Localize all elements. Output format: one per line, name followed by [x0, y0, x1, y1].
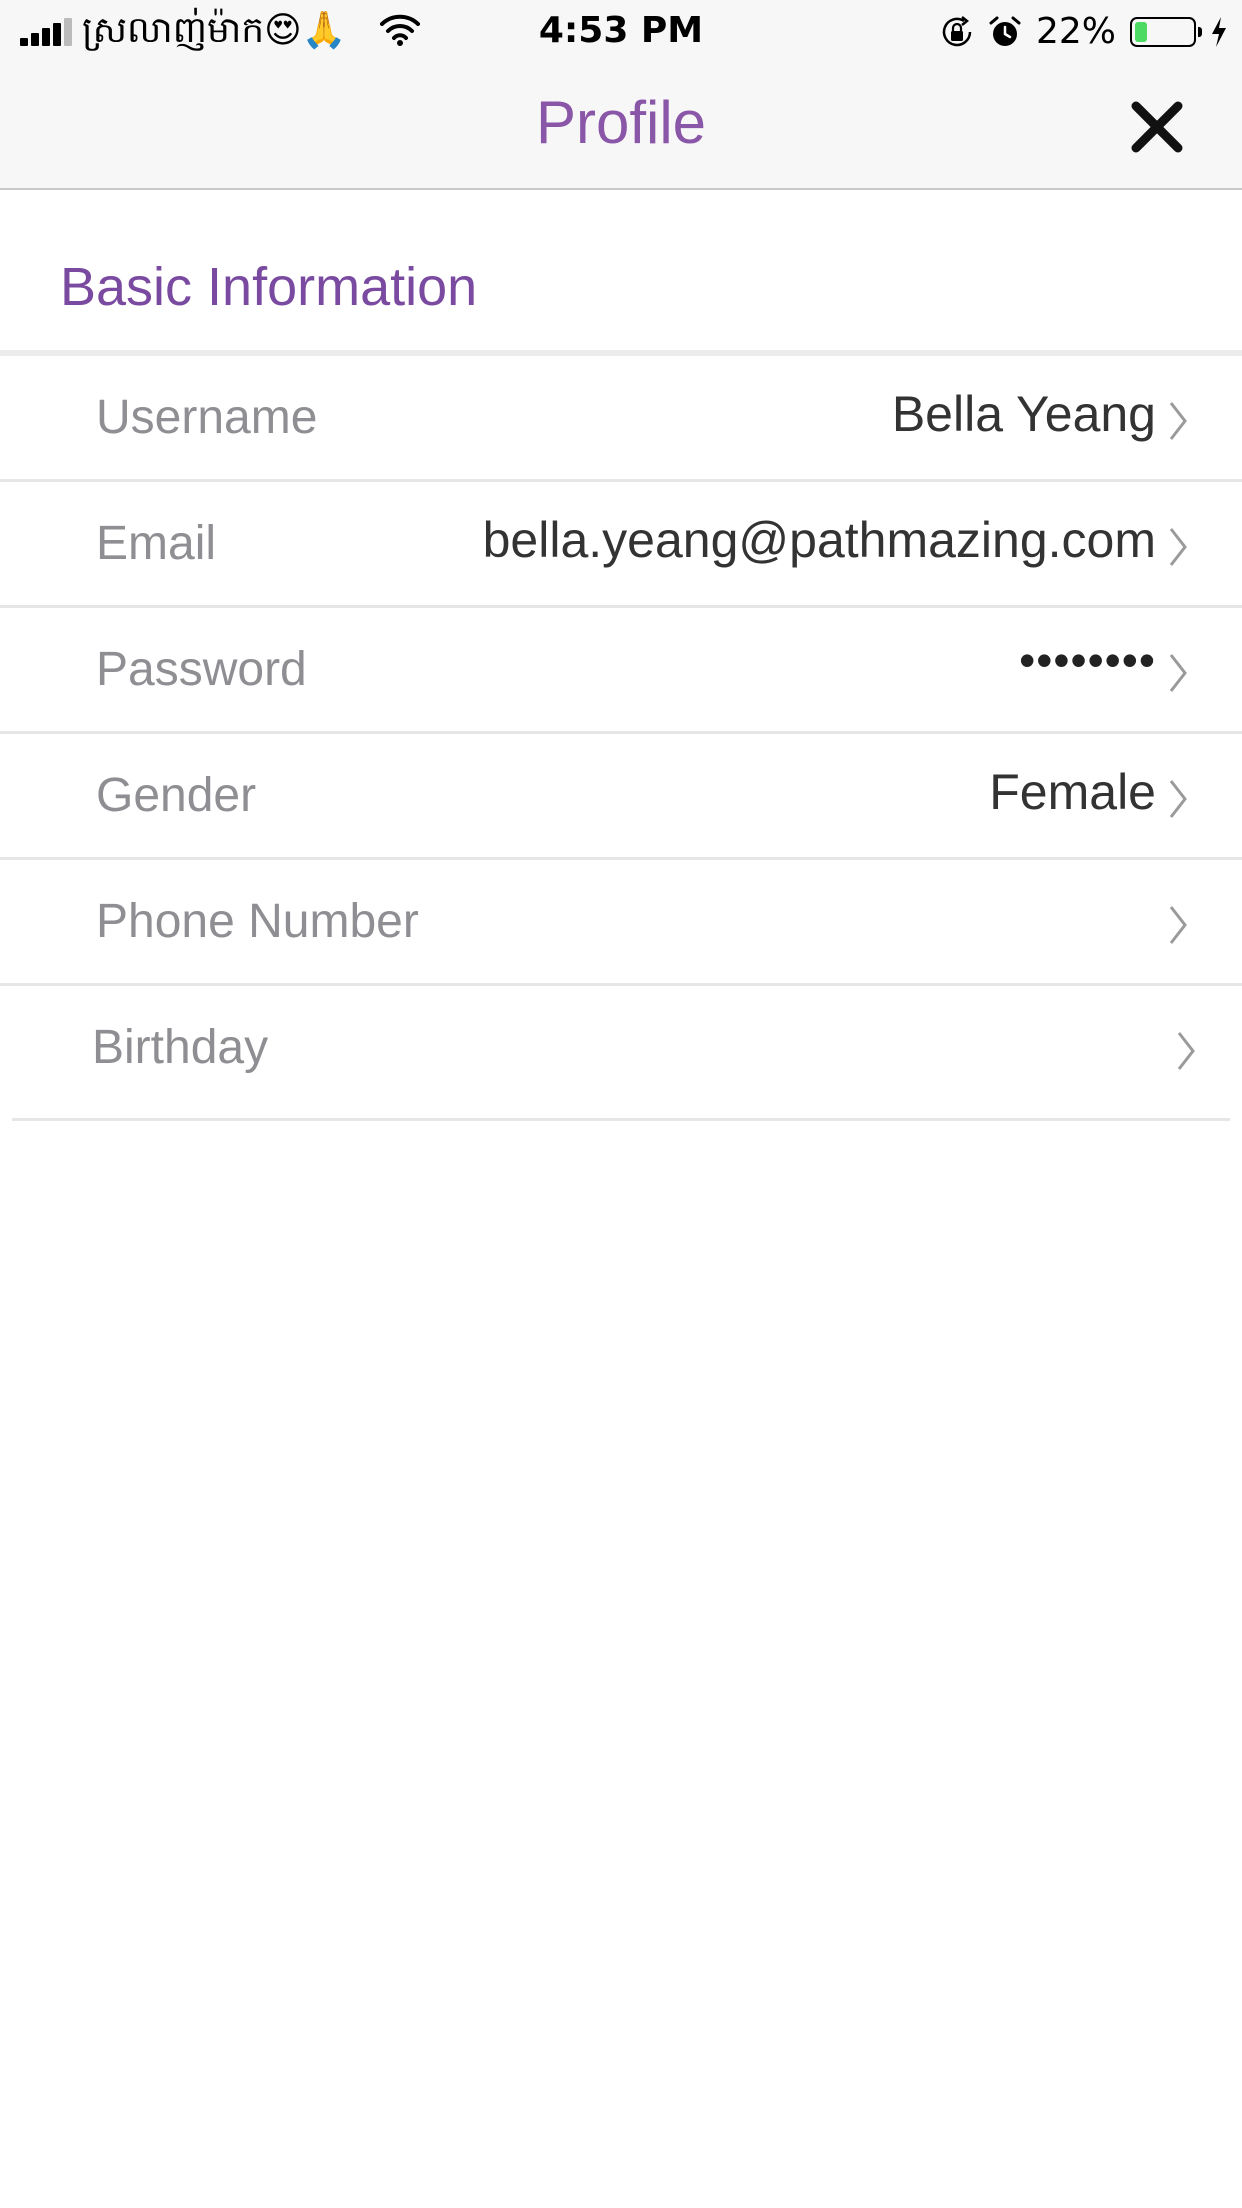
- alarm-icon: [989, 16, 1021, 46]
- row-label: Username: [96, 391, 318, 444]
- row-phone-number[interactable]: Phone Number: [0, 860, 1242, 986]
- battery-icon: [1130, 17, 1202, 47]
- row-value: Female: [989, 764, 1156, 820]
- row-label: Phone Number: [96, 895, 419, 948]
- chevron-right-icon: [1169, 906, 1187, 944]
- row-value: ••••••••: [1019, 634, 1156, 686]
- chevron-right-icon: [1169, 528, 1187, 566]
- status-bar: ស្រលាញ់ម៉ាក😍🙏 4:53 PM 22%: [0, 0, 1242, 62]
- chevron-right-icon: [1169, 402, 1187, 440]
- chevron-right-icon: [1169, 780, 1187, 818]
- row-value: Bella Yeang: [891, 386, 1156, 442]
- status-right-group: 22%: [940, 12, 1228, 52]
- row-gender[interactable]: Gender Female: [0, 734, 1242, 860]
- row-label: Password: [96, 643, 307, 696]
- row-birthday[interactable]: Birthday: [0, 986, 1242, 1112]
- chevron-right-icon: [1177, 1032, 1195, 1070]
- battery-fill: [1135, 22, 1147, 42]
- chevron-right-icon: [1169, 654, 1187, 692]
- battery-nub: [1198, 27, 1202, 37]
- close-icon[interactable]: [1128, 98, 1186, 156]
- row-value: bella.yeang@pathmazing.com: [482, 512, 1156, 568]
- page-title: Profile: [535, 89, 707, 156]
- row-label: Birthday: [92, 1021, 269, 1074]
- orientation-lock-icon: [942, 16, 972, 47]
- section-title: Basic Information: [60, 257, 478, 317]
- list-bottom-divider: [12, 1118, 1230, 1121]
- row-username[interactable]: Username Bella Yeang: [0, 356, 1242, 482]
- row-email[interactable]: Email bella.yeang@pathmazing.com: [0, 482, 1242, 608]
- row-password[interactable]: Password ••••••••: [0, 608, 1242, 734]
- nav-bar: Profile: [0, 62, 1242, 190]
- charging-icon: [1212, 17, 1226, 47]
- row-label: Email: [96, 517, 217, 570]
- battery-percent: 22%: [1035, 11, 1116, 52]
- row-label: Gender: [96, 769, 257, 822]
